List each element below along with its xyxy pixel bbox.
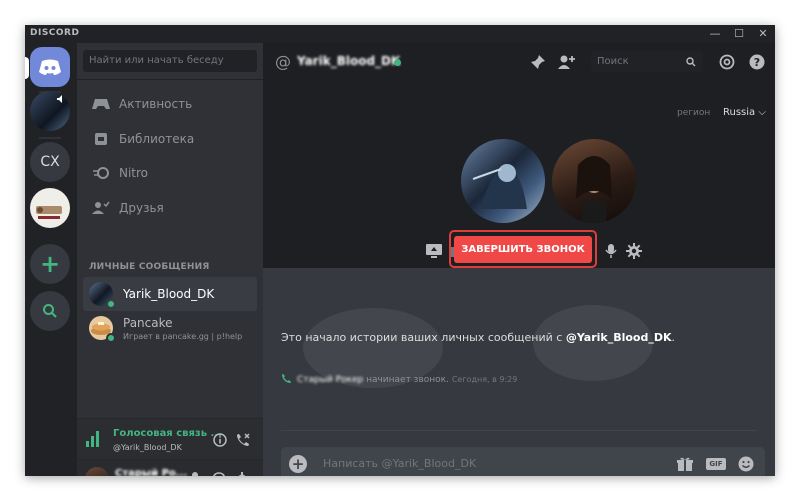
avatar bbox=[89, 282, 116, 309]
dm-intro-text: Это начало истории ваших личных сообщени… bbox=[281, 331, 676, 344]
explore-servers-button[interactable] bbox=[30, 291, 70, 331]
avatar-art-icon bbox=[472, 164, 527, 209]
find-conversation-input[interactable]: Найти или начать беседу bbox=[83, 50, 257, 72]
app-brand: DISCORD bbox=[30, 28, 80, 38]
end-call-button[interactable]: ЗАВЕРШИТЬ ЗВОНОК bbox=[454, 236, 592, 263]
emoji-icon[interactable] bbox=[738, 456, 754, 472]
dm-section-header: ЛИЧНЫЕ СООБЩЕНИЯ bbox=[89, 262, 210, 272]
voice-channel: @Yarik_Blood_DK bbox=[113, 443, 182, 452]
friends-icon bbox=[92, 201, 110, 214]
dm-sidebar: Найти или начать беседу Активность Библи… bbox=[77, 43, 263, 476]
call-avatar-self bbox=[552, 139, 636, 223]
gamepad-icon bbox=[92, 99, 110, 109]
recipient-name: Yarik_Blood_DK bbox=[297, 54, 401, 68]
online-status-dot bbox=[106, 299, 116, 309]
speaker-icon bbox=[57, 95, 62, 103]
intro-username: @Yarik_Blood_DK bbox=[565, 331, 672, 344]
divider bbox=[281, 430, 757, 431]
mentions-icon[interactable] bbox=[719, 54, 735, 70]
user-name: Старый Ро... bbox=[115, 468, 188, 476]
server-icon-image[interactable] bbox=[30, 188, 70, 228]
pin-icon[interactable] bbox=[530, 54, 546, 70]
online-status-dot bbox=[106, 333, 116, 343]
gift-icon[interactable] bbox=[677, 456, 693, 472]
region-label: регион bbox=[677, 108, 711, 118]
active-pill bbox=[25, 57, 29, 79]
signal-icon bbox=[86, 431, 99, 447]
nitro-icon bbox=[93, 167, 109, 179]
microphone-icon[interactable] bbox=[605, 243, 617, 259]
nav-library[interactable]: Библиотека bbox=[83, 123, 257, 155]
call-system-message: Старый Рокер начинает звонок. Сегодня, в… bbox=[281, 373, 517, 385]
message-timestamp: Сегодня, в 9:29 bbox=[451, 375, 518, 384]
close-button[interactable]: ✕ bbox=[751, 25, 775, 43]
server-image-icon bbox=[36, 206, 62, 219]
dm-activity: Играет в pancake.gg | p!help bbox=[123, 331, 243, 341]
nav-label: Активность bbox=[119, 97, 193, 111]
info-icon[interactable] bbox=[213, 433, 227, 447]
search-icon bbox=[43, 304, 57, 318]
header-search-input[interactable]: Поиск bbox=[591, 51, 703, 72]
at-sign-icon: @ bbox=[275, 52, 291, 71]
chat-header: @ Yarik_Blood_DK Поиск ? bbox=[263, 43, 775, 80]
title-bar: DISCORD — ☐ ✕ bbox=[25, 25, 775, 43]
upload-plus-button[interactable]: + bbox=[289, 455, 307, 473]
microphone-icon[interactable] bbox=[189, 471, 201, 476]
discord-window: DISCORD — ☐ ✕ CX + Найти или начать бесе… bbox=[25, 25, 775, 476]
call-avatar-recipient bbox=[461, 139, 545, 223]
server-icon-game[interactable] bbox=[30, 91, 70, 131]
phone-icon bbox=[282, 374, 291, 383]
minimize-button[interactable]: — bbox=[703, 25, 727, 43]
screen-share-icon[interactable] bbox=[426, 244, 442, 258]
headphones-icon[interactable] bbox=[212, 472, 226, 476]
nav-nitro[interactable]: Nitro bbox=[83, 157, 257, 189]
user-panel: Старый Ро... #1995 bbox=[77, 460, 263, 476]
caller-name: Старый Рокер bbox=[297, 375, 364, 385]
nav-label: Nitro bbox=[119, 166, 149, 180]
svg-text:?: ? bbox=[754, 56, 760, 69]
disconnect-call-icon[interactable] bbox=[235, 432, 251, 448]
home-button[interactable] bbox=[30, 47, 70, 87]
call-area: @ Yarik_Blood_DK Поиск ? регион Russia ⌵ bbox=[263, 43, 775, 268]
server-cx[interactable]: CX bbox=[30, 142, 70, 182]
settings-gear-icon[interactable] bbox=[626, 243, 642, 259]
voice-connected-panel: Голосовая связь ... @Yarik_Blood_DK bbox=[77, 418, 263, 460]
region-select[interactable]: Russia ⌵ bbox=[723, 107, 766, 118]
dm-name: Yarik_Blood_DK bbox=[123, 287, 215, 301]
nav-friends[interactable]: Друзья bbox=[83, 192, 257, 224]
search-icon bbox=[686, 57, 696, 67]
maximize-button[interactable]: ☐ bbox=[727, 25, 751, 43]
dm-name: Pancake bbox=[123, 315, 173, 330]
dm-item-yarik[interactable]: Yarik_Blood_DK bbox=[83, 277, 257, 311]
online-status-dot bbox=[394, 59, 401, 66]
sidebar-search: Найти или начать беседу bbox=[77, 43, 263, 80]
user-avatar[interactable] bbox=[85, 467, 109, 476]
rail-separator bbox=[39, 137, 61, 139]
settings-gear-icon[interactable] bbox=[235, 472, 249, 476]
add-server-button[interactable]: + bbox=[30, 244, 70, 284]
background-watermark-icon bbox=[303, 305, 653, 388]
message-composer: + Написать @Yarik_Blood_DK GIF bbox=[281, 447, 765, 476]
avatar bbox=[89, 316, 116, 343]
avatar-art-icon bbox=[576, 156, 612, 223]
nav-label: Библиотека bbox=[119, 132, 195, 146]
server-rail: CX + bbox=[25, 43, 77, 476]
library-icon bbox=[95, 133, 107, 145]
voice-status[interactable]: Голосовая связь ... bbox=[113, 428, 222, 439]
gif-button[interactable]: GIF bbox=[706, 458, 726, 470]
help-icon[interactable]: ? bbox=[749, 54, 765, 70]
message-list bbox=[263, 268, 775, 476]
dm-item-pancake[interactable]: Pancake Играет в pancake.gg | p!help bbox=[83, 311, 257, 345]
add-friend-to-dm-icon[interactable] bbox=[558, 54, 576, 70]
discord-logo-icon bbox=[39, 59, 61, 75]
nav-label: Друзья bbox=[119, 201, 164, 215]
nav-activity[interactable]: Активность bbox=[83, 88, 257, 120]
message-input[interactable]: Написать @Yarik_Blood_DK bbox=[323, 457, 476, 470]
main-panel: @ Yarik_Blood_DK Поиск ? регион Russia ⌵ bbox=[263, 43, 775, 476]
